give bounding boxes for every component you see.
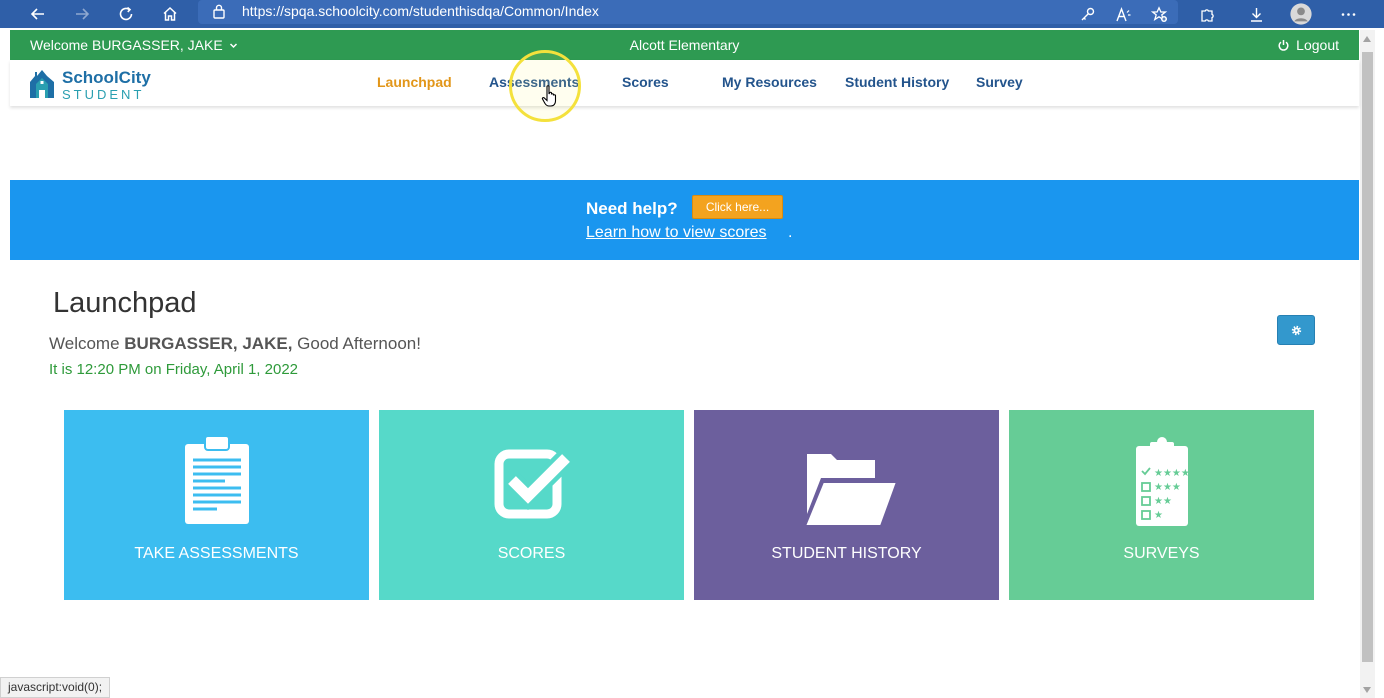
read-aloud-icon bbox=[1115, 6, 1130, 21]
nav-launchpad[interactable]: Launchpad bbox=[377, 74, 452, 90]
tile-label: SCORES bbox=[497, 545, 566, 562]
view-scores-link[interactable]: Learn how to view scores bbox=[586, 224, 767, 242]
tile-label: TAKE ASSESSMENTS bbox=[134, 545, 299, 562]
add-favorite-button[interactable] bbox=[1145, 0, 1173, 28]
profile-avatar-icon bbox=[1290, 3, 1312, 25]
extensions-button[interactable] bbox=[1193, 0, 1221, 28]
password-key-button[interactable] bbox=[1073, 0, 1101, 28]
status-bar-link-preview: javascript:void(0); bbox=[0, 677, 111, 698]
nav-student-history[interactable]: Student History bbox=[845, 74, 949, 90]
tile-scores[interactable]: SCORES bbox=[379, 410, 684, 600]
back-arrow-icon bbox=[30, 8, 44, 20]
svg-text:★★: ★★ bbox=[1154, 496, 1172, 507]
nav-survey[interactable]: Survey bbox=[976, 74, 1023, 90]
main-nav: SchoolCity STUDENT Launchpad Assessments… bbox=[10, 60, 1359, 106]
schoolhouse-logo-icon bbox=[30, 70, 54, 98]
greeting-suffix: Good Afternoon! bbox=[297, 334, 421, 353]
tile-student-history[interactable]: STUDENT HISTORY bbox=[694, 410, 999, 600]
logout-button[interactable]: Logout bbox=[1277, 37, 1339, 53]
nav-scores[interactable]: Scores bbox=[622, 74, 669, 90]
page-title: Launchpad bbox=[53, 287, 197, 319]
scroll-up-icon[interactable] bbox=[1363, 36, 1371, 42]
svg-text:★: ★ bbox=[1154, 510, 1163, 521]
school-name: Alcott Elementary bbox=[629, 37, 740, 53]
logo-text-schoolcity: SchoolCity bbox=[62, 68, 151, 87]
refresh-icon bbox=[119, 6, 133, 21]
gear-icon bbox=[1291, 325, 1301, 335]
read-aloud-button[interactable] bbox=[1109, 0, 1137, 28]
logo-text-student: STUDENT bbox=[62, 87, 145, 102]
puzzle-icon bbox=[1200, 8, 1214, 22]
logout-label: Logout bbox=[1296, 37, 1339, 53]
scroll-down-icon[interactable] bbox=[1363, 687, 1371, 693]
launchpad-settings-button[interactable] bbox=[1277, 315, 1315, 345]
refresh-button[interactable] bbox=[111, 0, 141, 28]
greeting-text: Welcome BURGASSER, JAKE, Good Afternoon! bbox=[49, 334, 421, 354]
home-icon bbox=[163, 6, 177, 21]
view-scores-link-text[interactable]: Learn how to view scores bbox=[586, 224, 767, 241]
favorite-star-icon bbox=[1150, 5, 1167, 22]
tile-take-assessments[interactable]: TAKE ASSESSMENTS bbox=[64, 410, 369, 600]
nav-my-resources[interactable]: My Resources bbox=[722, 74, 817, 90]
greeting-user-name: BURGASSER, JAKE, bbox=[124, 334, 293, 353]
browser-toolbar: https://spqa.schoolcity.com/studenthisdq… bbox=[0, 0, 1384, 28]
scrollbar-thumb[interactable] bbox=[1362, 52, 1373, 662]
home-button[interactable] bbox=[155, 0, 185, 28]
greeting-prefix: Welcome bbox=[49, 334, 120, 353]
svg-text:★★★: ★★★ bbox=[1154, 482, 1181, 493]
key-icon bbox=[1081, 7, 1094, 20]
top-bar: Welcome BURGASSER, JAKE Alcott Elementar… bbox=[10, 30, 1359, 60]
lock-icon bbox=[213, 4, 225, 19]
click-here-button[interactable]: Click here... bbox=[692, 195, 783, 219]
settings-more-button[interactable] bbox=[1334, 0, 1362, 28]
downloads-button[interactable] bbox=[1242, 0, 1270, 28]
checkbox-icon bbox=[494, 449, 572, 519]
back-button[interactable] bbox=[23, 0, 53, 28]
tile-label: SURVEYS bbox=[1123, 545, 1200, 562]
more-dots-icon bbox=[1341, 12, 1355, 16]
url-text: https://spqa.schoolcity.com/studenthisdq… bbox=[242, 3, 599, 19]
clipboard-icon bbox=[184, 435, 249, 524]
hand-pointer-icon bbox=[541, 85, 557, 107]
address-bar[interactable]: https://spqa.schoolcity.com/studenthisdq… bbox=[198, 0, 1178, 24]
svg-text:★★★★: ★★★★ bbox=[1154, 468, 1190, 479]
download-icon bbox=[1250, 7, 1262, 22]
schoolcity-logo[interactable]: SchoolCity STUDENT bbox=[28, 66, 168, 102]
current-time-text: It is 12:20 PM on Friday, April 1, 2022 bbox=[49, 361, 299, 378]
profile-button[interactable] bbox=[1287, 0, 1315, 28]
survey-clipboard-icon: ★★★★ ★★★ ★★ ★ bbox=[1135, 437, 1190, 526]
power-icon bbox=[1278, 39, 1289, 51]
tile-surveys[interactable]: ★★★★ ★★★ ★★ ★ SURVEYS bbox=[1009, 410, 1314, 600]
help-question: Need help? bbox=[586, 199, 678, 218]
folder-icon bbox=[803, 454, 898, 526]
link-period: . bbox=[788, 224, 793, 241]
forward-arrow-icon bbox=[76, 8, 90, 20]
help-banner: Need help? Click here... Learn how to vi… bbox=[10, 180, 1359, 260]
forward-button[interactable] bbox=[67, 0, 97, 28]
tile-label: STUDENT HISTORY bbox=[771, 545, 922, 562]
